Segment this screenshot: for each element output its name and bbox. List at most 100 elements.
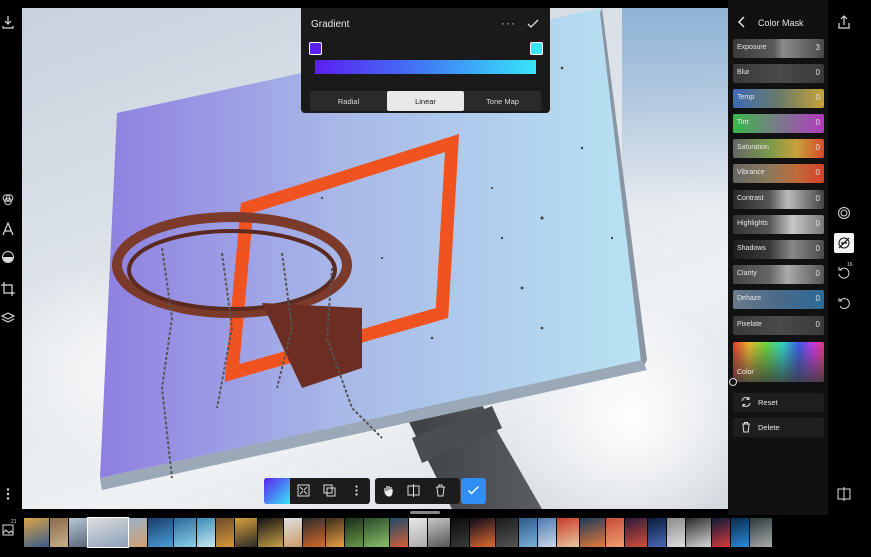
- filmstrip-thumbnail[interactable]: [667, 518, 685, 547]
- slider-dehaze[interactable]: Dehaze 0: [733, 290, 824, 309]
- mask-icon[interactable]: [1, 250, 15, 264]
- slider-blur[interactable]: Blur 0: [733, 64, 824, 83]
- filmstrip-thumbnail[interactable]: [712, 518, 730, 547]
- crop-icon[interactable]: [1, 282, 15, 296]
- mask-tool-button[interactable]: [834, 233, 854, 253]
- export-icon[interactable]: [1, 15, 15, 29]
- filmstrip-thumbnail[interactable]: [686, 518, 711, 547]
- slider-value: 0: [815, 269, 820, 278]
- filmstrip-thumbnail[interactable]: [235, 518, 257, 547]
- reset-button[interactable]: Reset: [733, 393, 824, 412]
- trash-icon[interactable]: [434, 484, 447, 497]
- slider-saturation[interactable]: Saturation 0: [733, 139, 824, 158]
- filmstrip-thumbnail[interactable]: [258, 518, 283, 547]
- fit-icon[interactable]: [297, 484, 310, 497]
- filmstrip-thumbnail[interactable]: [750, 518, 772, 547]
- pan-hand-icon[interactable]: [382, 484, 395, 497]
- filmstrip-thumbnail[interactable]: [428, 518, 450, 547]
- filmstrip-thumbnail[interactable]: [326, 518, 344, 547]
- gradient-type-tabs: Radial Linear Tone Map: [310, 91, 541, 111]
- filmstrip-thumbnail[interactable]: [197, 518, 215, 547]
- duplicate-icon[interactable]: [323, 484, 336, 497]
- delete-label: Delete: [758, 423, 780, 432]
- no-mask-icon: [838, 237, 850, 249]
- filmstrip-thumbnail[interactable]: [216, 518, 234, 547]
- reset-label: Reset: [758, 398, 778, 407]
- slider-exposure[interactable]: Exposure 3: [733, 39, 824, 58]
- filmstrip-thumbnail[interactable]: [364, 518, 389, 547]
- filmstrip-thumbnail[interactable]: [148, 518, 173, 547]
- filmstrip-thumbnail[interactable]: [625, 518, 647, 547]
- gradient-stop-start[interactable]: [309, 42, 322, 55]
- filmstrip-thumbnail[interactable]: [470, 518, 495, 547]
- tab-linear[interactable]: Linear: [387, 91, 464, 111]
- slider-label: Clarity: [737, 270, 757, 277]
- layers-icon[interactable]: [1, 311, 15, 325]
- filmstrip-thumbnail[interactable]: [129, 518, 147, 547]
- left-toolbar: [0, 0, 22, 515]
- gradient-panel-title: Gradient: [311, 19, 350, 30]
- slider-vibrance[interactable]: Vibrance 0: [733, 164, 824, 183]
- filmstrip-thumbnail[interactable]: [648, 518, 666, 547]
- slider-label: Pixelate: [737, 321, 762, 328]
- slider-contrast[interactable]: Contrast 0: [733, 190, 824, 209]
- tab-radial[interactable]: Radial: [310, 91, 387, 111]
- filmstrip-thumbnail[interactable]: [580, 518, 605, 547]
- filmstrip-thumbnail[interactable]: [50, 518, 68, 547]
- confirm-check-icon[interactable]: [527, 17, 539, 29]
- undo-icon[interactable]: [837, 296, 851, 310]
- color-handle[interactable]: [729, 378, 737, 386]
- more-horizontal-icon[interactable]: ···: [501, 16, 516, 30]
- compare-icon[interactable]: [407, 484, 420, 497]
- slider-value: 0: [815, 219, 820, 228]
- filmstrip-thumbnail[interactable]: [606, 518, 624, 547]
- filmstrip-thumbnail[interactable]: [557, 518, 579, 547]
- filmstrip-thumbnail[interactable]: [731, 518, 749, 547]
- slider-label: Highlights: [737, 220, 768, 227]
- filmstrip-thumbnail[interactable]: [519, 518, 537, 547]
- apply-button[interactable]: [461, 478, 486, 504]
- slider-highlights[interactable]: Highlights 0: [733, 215, 824, 234]
- refresh-icon: [741, 397, 751, 407]
- more-vertical-icon[interactable]: [1, 487, 15, 501]
- text-icon[interactable]: [1, 222, 15, 236]
- spiral-icon[interactable]: [837, 206, 851, 220]
- filmstrip-thumbnail[interactable]: [174, 518, 196, 547]
- filmstrip-thumbnail[interactable]: [496, 518, 518, 547]
- gradient-preview-bar[interactable]: [315, 60, 536, 74]
- color-label: Color: [737, 369, 754, 376]
- filmstrip-thumbnail[interactable]: [409, 518, 427, 547]
- filmstrip-thumbnail[interactable]: [87, 517, 129, 548]
- filmstrip-thumbnail[interactable]: [284, 518, 302, 547]
- slider-label: Contrast: [737, 195, 764, 202]
- share-icon[interactable]: [837, 15, 851, 29]
- slider-value: 0: [815, 244, 820, 253]
- filmstrip-handle[interactable]: [410, 511, 440, 514]
- filmstrip-thumbnail[interactable]: [538, 518, 556, 547]
- color-blend-icon[interactable]: [1, 193, 15, 207]
- filmstrip-thumbnail[interactable]: [24, 518, 49, 547]
- slider-clarity[interactable]: Clarity 0: [733, 265, 824, 284]
- gradient-stop-end[interactable]: [530, 42, 543, 55]
- color-picker[interactable]: Color: [733, 342, 824, 382]
- slider-value: 3: [815, 43, 820, 52]
- split-view-icon[interactable]: [837, 487, 851, 501]
- tab-tone-map[interactable]: Tone Map: [464, 91, 541, 111]
- filmstrip-thumbnail[interactable]: [69, 518, 87, 547]
- slider-value: 0: [815, 320, 820, 329]
- mask-toolbar: [264, 478, 370, 504]
- filmstrip-thumbnail[interactable]: [303, 518, 325, 547]
- more-vertical-icon[interactable]: [350, 484, 363, 497]
- slider-shadows[interactable]: Shadows 0: [733, 240, 824, 259]
- filmstrip-thumbnail[interactable]: [451, 518, 469, 547]
- delete-button[interactable]: Delete: [733, 418, 824, 437]
- back-chevron-icon[interactable]: [736, 15, 748, 29]
- filmstrip-thumbnail[interactable]: [345, 518, 363, 547]
- slider-temp[interactable]: Temp 0: [733, 89, 824, 108]
- slider-pixelate[interactable]: Pixelate 0: [733, 316, 824, 335]
- history-icon[interactable]: [837, 266, 851, 280]
- slider-tint[interactable]: Tint 0: [733, 114, 824, 133]
- filmstrip-thumbnail[interactable]: [390, 518, 408, 547]
- gradient-swatch[interactable]: [264, 478, 290, 504]
- slider-value: 0: [815, 68, 820, 77]
